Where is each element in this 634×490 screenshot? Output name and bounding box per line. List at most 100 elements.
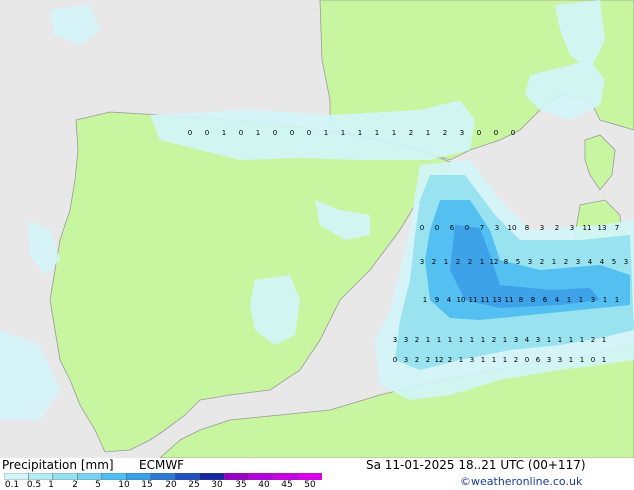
map-value: 1 xyxy=(569,336,573,344)
map-value: 3 xyxy=(393,336,397,344)
map-value: 1 xyxy=(503,336,507,344)
scale-swatch xyxy=(28,473,54,480)
map-value: 0 xyxy=(511,129,515,137)
valid-time: Sa 11-01-2025 18..21 UTC (00+117) xyxy=(366,458,586,472)
scale-swatch xyxy=(199,473,225,480)
map-value: 3 xyxy=(591,296,595,304)
map-value: 0 xyxy=(205,129,209,137)
map-value: 8 xyxy=(519,296,523,304)
legend-title: Precipitation [mm] xyxy=(2,458,114,472)
map-value: 1 xyxy=(567,296,571,304)
map-value: 1 xyxy=(256,129,260,137)
scale-swatch xyxy=(77,473,103,480)
map-value: 1 xyxy=(580,336,584,344)
map-value: 12 xyxy=(435,356,444,364)
map-value: 4 xyxy=(600,258,605,266)
map-value: 0 xyxy=(477,129,481,137)
map-value: 11 xyxy=(469,296,478,304)
map-value: 3 xyxy=(460,129,464,137)
map-value: 4 xyxy=(447,296,452,304)
map-value: 1 xyxy=(602,356,606,364)
map-value: 5 xyxy=(516,258,520,266)
map-value: 0 xyxy=(307,129,311,137)
precipitation-map[interactable]: 0 0 1 0 1 0 0 0 1 1 1 1 1 2 1 2 3 0 0 00 0 6 0 7 3 10 8 3 2 3 11 13 73 2 1… xyxy=(0,0,634,458)
map-value: 4 xyxy=(555,296,560,304)
map-value: 6 xyxy=(536,356,541,364)
map-value: 4 xyxy=(588,258,593,266)
map-value: 2 xyxy=(591,336,595,344)
scale-tick-label: 0.1 xyxy=(4,480,20,490)
map-value: 6 xyxy=(450,224,455,232)
scale-tick-label: 40 xyxy=(258,480,270,490)
scale-tick-label: 10 xyxy=(118,480,130,490)
scale-swatch xyxy=(101,473,127,480)
map-value: 2 xyxy=(415,336,419,344)
scale-swatch xyxy=(297,473,322,480)
map-value: 1 xyxy=(222,129,226,137)
map-value: 3 xyxy=(536,336,540,344)
scale-labels: 0.1 0.5 1 2 5 10 15 20 25 30 35 40 45 50 xyxy=(0,480,340,490)
map-value: 1 xyxy=(580,356,584,364)
map-value: 3 xyxy=(576,258,580,266)
map-value: 3 xyxy=(514,336,518,344)
model-label: ECMWF xyxy=(139,458,185,472)
map-value: 1 xyxy=(547,336,551,344)
map-value: 1 xyxy=(459,356,463,364)
map-value: 2 xyxy=(456,258,460,266)
map-value: 3 xyxy=(420,258,424,266)
map-value: 1 xyxy=(602,336,606,344)
scale-swatch xyxy=(150,473,176,480)
scale-swatch xyxy=(4,473,29,480)
map-value: 10 xyxy=(457,296,466,304)
map-value: 2 xyxy=(415,356,419,364)
map-value: 13 xyxy=(598,224,607,232)
map-value: 2 xyxy=(555,224,559,232)
map-value: 1 xyxy=(392,129,396,137)
map-value: 8 xyxy=(531,296,535,304)
map-value: 3 xyxy=(404,336,408,344)
map-value: 5 xyxy=(612,258,616,266)
map-value: 3 xyxy=(558,356,562,364)
map-value: 8 xyxy=(525,224,529,232)
scale-tick-label: 35 xyxy=(235,480,247,490)
map-value: 1 xyxy=(481,336,485,344)
map-value: 7 xyxy=(615,224,619,232)
map-value: 0 xyxy=(435,224,439,232)
map-value: 1 xyxy=(426,336,430,344)
map-value: 0 xyxy=(188,129,192,137)
map-value: 0 xyxy=(290,129,294,137)
map-value: 10 xyxy=(508,224,517,232)
map-value: 2 xyxy=(426,356,430,364)
map-value: 2 xyxy=(443,129,447,137)
scale-tick-label: 50 xyxy=(304,480,316,490)
map-value: 1 xyxy=(324,129,328,137)
map-value: 0 xyxy=(273,129,277,137)
map-value: 2 xyxy=(448,356,452,364)
map-value: 1 xyxy=(603,296,607,304)
scale-tick-label: 1 xyxy=(48,480,54,490)
map-value: 1 xyxy=(426,129,430,137)
scale-swatch xyxy=(248,473,274,480)
map-value: 1 xyxy=(480,258,484,266)
map-value: 3 xyxy=(404,356,408,364)
scale-swatch xyxy=(223,473,249,480)
map-value: 1 xyxy=(423,296,427,304)
map-value: 11 xyxy=(505,296,514,304)
color-scale-bar xyxy=(4,473,322,480)
map-value: 0 xyxy=(525,356,529,364)
map-value: 0 xyxy=(393,356,397,364)
map-value: 3 xyxy=(528,258,532,266)
scale-tick-label: 0.5 xyxy=(26,480,42,490)
map-value: 0 xyxy=(494,129,498,137)
map-value: 3 xyxy=(547,356,551,364)
map-value: 1 xyxy=(437,336,441,344)
scale-swatch xyxy=(52,473,78,480)
map-value: 1 xyxy=(448,336,452,344)
map-value: 11 xyxy=(481,296,490,304)
map-value: 1 xyxy=(503,356,507,364)
map-value: 1 xyxy=(481,356,485,364)
map-value: 1 xyxy=(492,356,496,364)
map-value: 1 xyxy=(552,258,556,266)
credit-link[interactable]: ©weatheronline.co.uk xyxy=(460,475,582,488)
scale-swatch xyxy=(272,473,298,480)
